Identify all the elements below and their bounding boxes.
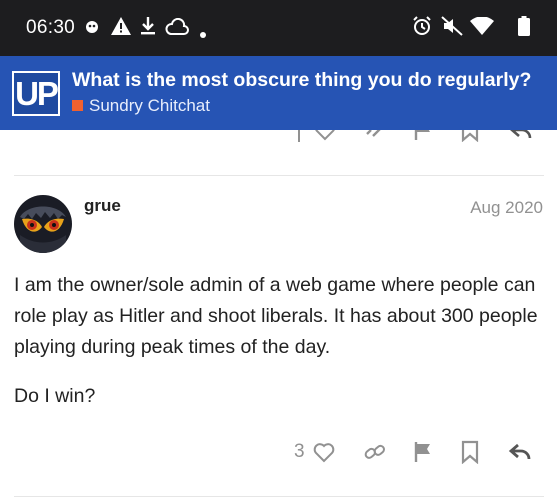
topic-title[interactable]: What is the most obscure thing you do re… [72,69,542,92]
link-icon[interactable] [363,130,385,142]
previous-like-count [298,130,300,142]
notification-dot-icon [84,19,100,40]
alarm-icon [412,16,432,41]
previous-post-actions [0,130,557,142]
heart-icon[interactable] [314,130,336,142]
heart-icon[interactable] [313,440,335,464]
post-divider [14,175,544,176]
category-link[interactable]: Sundry Chitchat [72,96,210,116]
wifi-icon [470,16,494,40]
reply-icon[interactable] [510,130,532,142]
flag-icon[interactable] [413,440,433,464]
avatar[interactable] [14,195,72,253]
cloud-icon [165,17,189,41]
bookmark-icon[interactable] [461,440,479,464]
post-actions: 3 [0,438,557,470]
post-paragraph: Do I win? [14,385,96,407]
mute-icon [441,16,463,41]
post-date[interactable]: Aug 2020 [470,198,543,218]
category-color-swatch [72,100,83,111]
flag-icon[interactable] [413,130,433,142]
dot-icon [200,25,206,43]
status-time: 06:30 [26,17,76,38]
post-divider [14,496,544,497]
post-body: I am the owner/sole admin of a web game … [14,270,544,430]
warning-icon [110,16,132,41]
link-icon[interactable] [363,440,387,464]
status-bar: 06:30 [0,0,557,56]
bookmark-icon[interactable] [461,130,479,142]
battery-icon [518,16,530,41]
site-logo[interactable]: UP [12,71,60,116]
post-author[interactable]: grue [84,196,121,216]
post-paragraph: I am the owner/sole admin of a web game … [14,274,538,358]
topic-header: UP What is the most obscure thing you do… [0,56,557,130]
like-count[interactable]: 3 [294,441,305,463]
reply-icon[interactable] [508,440,532,464]
category-label: Sundry Chitchat [89,96,210,115]
download-icon [140,16,156,41]
